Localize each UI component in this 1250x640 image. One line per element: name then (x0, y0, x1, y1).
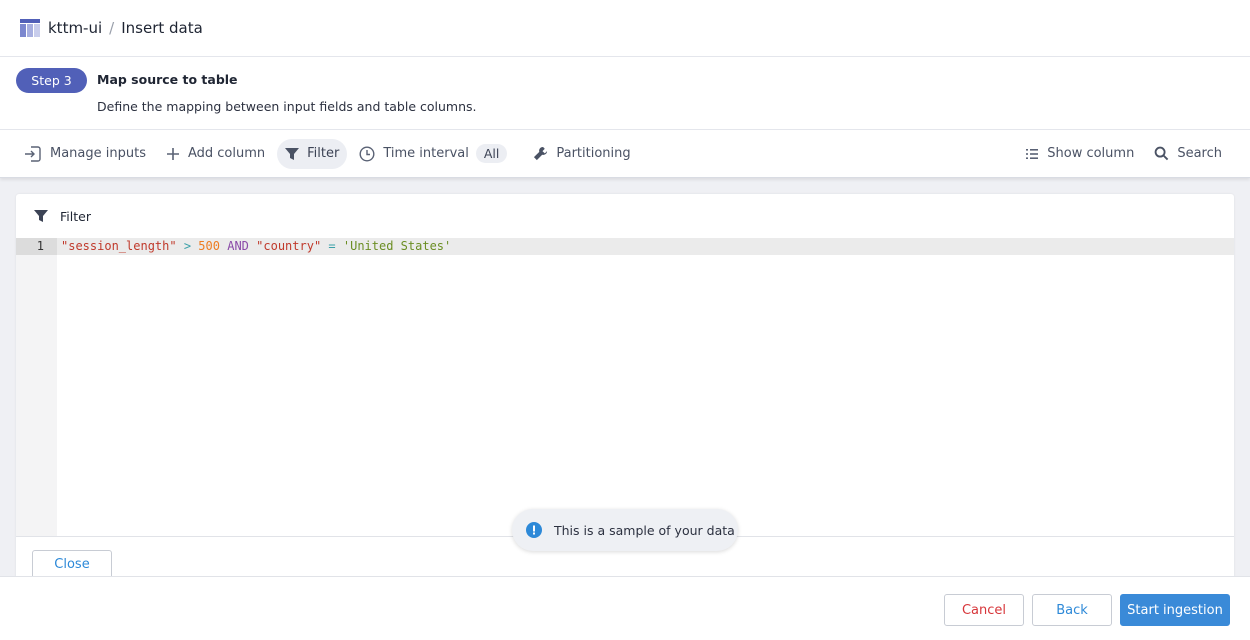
partitioning-button[interactable]: Partitioning (525, 139, 638, 169)
list-icon (1026, 148, 1039, 159)
search-icon (1154, 146, 1169, 161)
cancel-button[interactable]: Cancel (944, 594, 1024, 626)
code-token: > (183, 239, 192, 253)
filter-panel-title: Filter (60, 208, 91, 224)
start-ingestion-button[interactable]: Start ingestion (1120, 594, 1230, 626)
table-icon (20, 19, 40, 37)
add-column-button[interactable]: Add column (158, 139, 273, 169)
code-token: "country" (256, 239, 322, 253)
show-column-label: Show column (1047, 146, 1135, 161)
filter-panel-header: Filter (16, 194, 1234, 238)
show-column-button[interactable]: Show column (1017, 139, 1142, 169)
footer: Cancel Back Start ingestion (0, 576, 1250, 640)
add-column-label: Add column (187, 146, 266, 161)
step-section: Step 3 Map source to table Define the ma… (0, 57, 1250, 130)
filter-icon (285, 147, 300, 160)
code-token: AND (227, 239, 249, 253)
manage-inputs-button[interactable]: Manage inputs (16, 139, 154, 169)
time-interval-label: Time interval (383, 146, 469, 161)
page-header: kttm-ui / Insert data (0, 0, 1250, 57)
filter-icon (34, 210, 48, 222)
search-button[interactable]: Search (1146, 139, 1230, 169)
time-interval-button[interactable]: Time interval All (351, 139, 515, 169)
line-number: 1 (16, 238, 57, 255)
code-token: = (328, 239, 336, 253)
code-token: 500 (198, 239, 220, 253)
step-title: Map source to table (97, 72, 238, 87)
back-button[interactable]: Back (1032, 594, 1112, 626)
editor-gutter (16, 238, 57, 536)
code-line[interactable]: "session_length" > 500 AND "country" = '… (61, 238, 451, 255)
manage-inputs-label: Manage inputs (50, 146, 146, 161)
page-title: Insert data (121, 19, 203, 37)
wrench-icon (534, 146, 548, 161)
code-token: 'United States' (342, 239, 452, 253)
breadcrumb-app[interactable]: kttm-ui (48, 19, 102, 37)
partitioning-label: Partitioning (556, 146, 631, 161)
code-token: "session_length" (61, 239, 177, 253)
info-icon (526, 522, 542, 538)
search-label: Search (1177, 146, 1222, 161)
input-icon (25, 145, 41, 162)
toolbar: Manage inputs Add column Filter Time int… (0, 130, 1250, 178)
step-badge: Step 3 (16, 68, 87, 93)
filter-code-editor[interactable]: 1 "session_length" > 500 AND "country" =… (16, 238, 1234, 537)
clock-icon (359, 145, 375, 162)
filter-label: Filter (307, 146, 340, 161)
time-interval-value: All (475, 144, 508, 163)
filter-button[interactable]: Filter (277, 138, 348, 169)
toast-message: This is a sample of your data (554, 522, 735, 538)
breadcrumb-separator: / (109, 19, 115, 37)
step-description: Define the mapping between input fields … (97, 99, 477, 114)
info-toast: This is a sample of your data (512, 509, 738, 551)
plus-icon (166, 147, 179, 160)
